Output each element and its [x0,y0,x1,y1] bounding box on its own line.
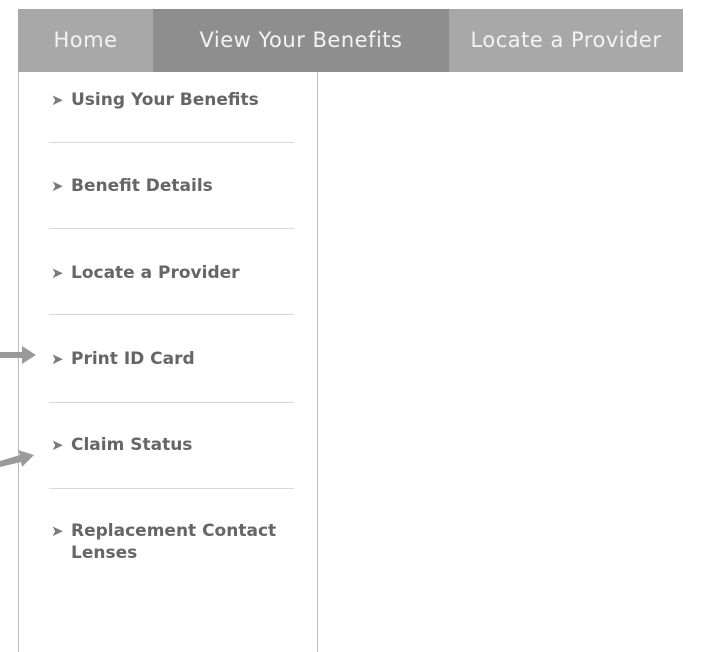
submenu-item-using-your-benefits[interactable]: ➤ Using Your Benefits [51,89,296,111]
chevron-right-icon: ➤ [51,350,64,368]
tab-locate-a-provider[interactable]: Locate a Provider [449,9,683,72]
divider [49,314,294,315]
chevron-right-icon: ➤ [51,522,64,540]
divider [49,402,294,403]
submenu-item-print-id-card[interactable]: ➤ Print ID Card [51,348,296,370]
top-navigation: Home View Your Benefits Locate a Provide… [18,9,683,72]
pointer-arrow-icon [0,450,34,467]
submenu-item-benefit-details[interactable]: ➤ Benefit Details [51,175,296,197]
chevron-right-icon: ➤ [51,91,64,109]
submenu-item-replacement-contact-lenses[interactable]: ➤ Replacement Contact Lenses [51,520,296,564]
divider [49,142,294,143]
chevron-right-icon: ➤ [51,264,64,282]
divider [49,228,294,229]
tab-home[interactable]: Home [18,9,153,72]
divider [49,488,294,489]
chevron-right-icon: ➤ [51,436,64,454]
pointer-arrow-icon [0,346,36,364]
submenu-item-claim-status[interactable]: ➤ Claim Status [51,434,296,456]
tab-view-your-benefits[interactable]: View Your Benefits [153,9,449,72]
benefits-submenu: ➤ Using Your Benefits ➤ Benefit Details ➤ L… [18,72,318,652]
chevron-right-icon: ➤ [51,177,64,195]
submenu-item-locate-a-provider[interactable]: ➤ Locate a Provider [51,262,296,284]
